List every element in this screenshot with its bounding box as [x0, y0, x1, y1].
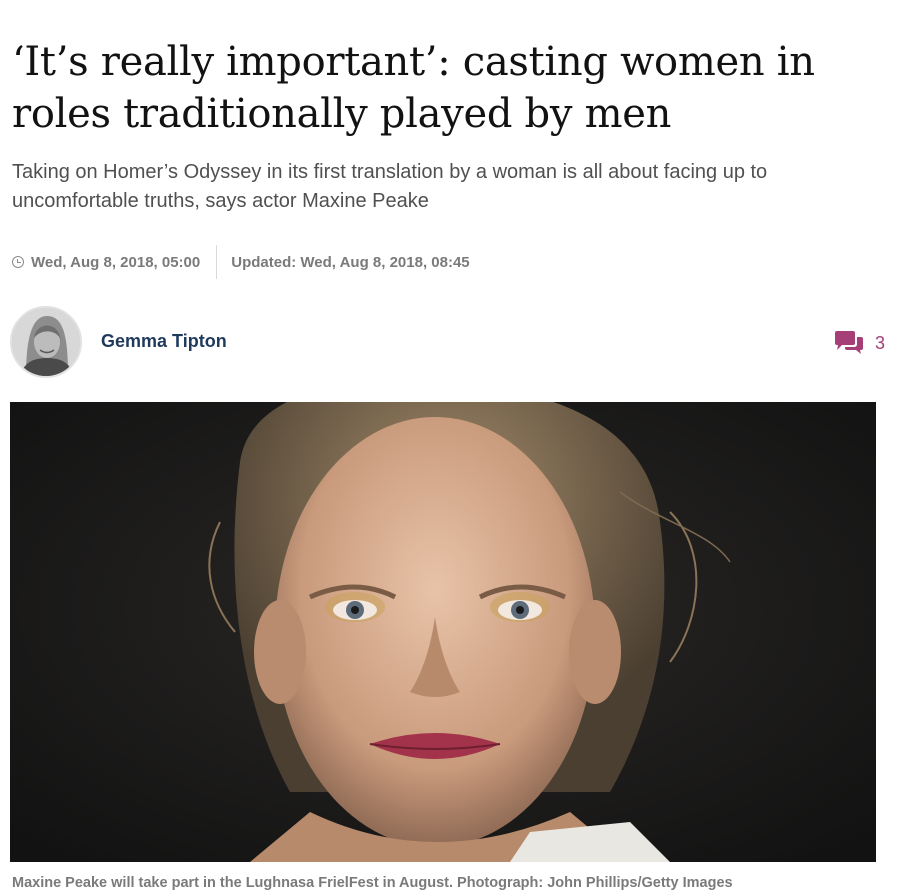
article-standfirst: Taking on Homer’s Odyssey in its first t…	[12, 161, 768, 212]
article: ‘It’s really important’: casting women i…	[0, 0, 900, 896]
clock-icon	[12, 256, 24, 268]
byline: Gemma Tipton 3	[10, 306, 885, 378]
portrait-photo-image	[10, 402, 876, 862]
comments-link[interactable]: 3	[833, 330, 885, 356]
author-portrait-image	[12, 308, 80, 376]
comment-count: 3	[874, 332, 885, 353]
author-avatar[interactable]	[10, 306, 82, 378]
speech-bubbles-icon	[834, 331, 863, 354]
photo-caption: Maxine Peake will take part in the Lughn…	[12, 875, 733, 891]
published-date: Wed, Aug 8, 2018, 05:00	[12, 245, 216, 279]
article-headline: ‘It’s really important’: casting women i…	[12, 39, 815, 137]
author-name-link[interactable]: Gemma Tipton	[101, 331, 227, 352]
updated-timestamp: Updated: Wed, Aug 8, 2018, 08:45	[231, 253, 470, 271]
article-meta: Wed, Aug 8, 2018, 05:00 Updated: Wed, Au…	[12, 245, 470, 279]
hero-photo	[10, 402, 876, 862]
published-timestamp: Wed, Aug 8, 2018, 05:00	[31, 253, 201, 271]
